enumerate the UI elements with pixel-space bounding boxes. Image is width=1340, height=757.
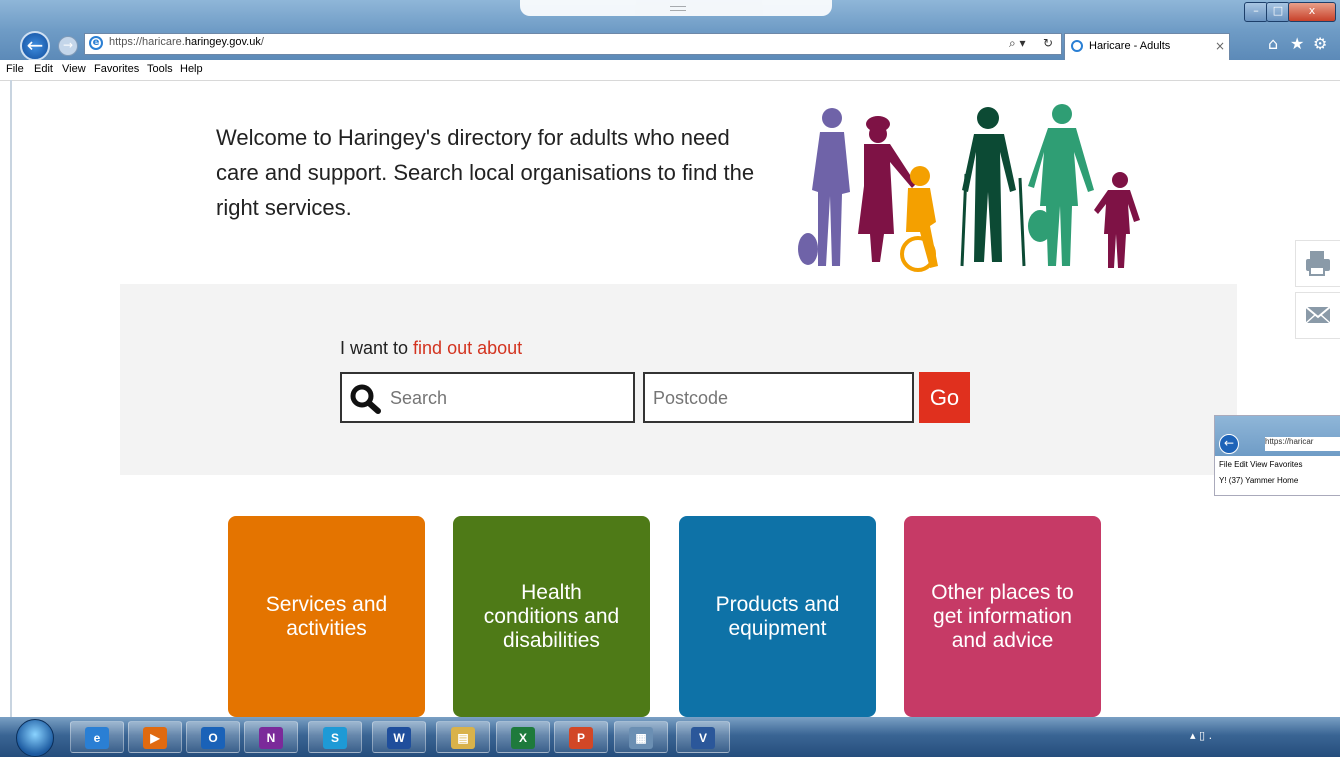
figure-maroon-child bbox=[1094, 172, 1140, 268]
menu-tools[interactable]: Tools bbox=[147, 63, 173, 75]
window-thumbnail-preview[interactable]: ← https://haricar File Edit View Favorit… bbox=[1214, 415, 1340, 496]
tab-drag-handle[interactable] bbox=[520, 0, 832, 16]
url-domain: haringey.gov.uk bbox=[184, 36, 261, 48]
back-button[interactable]: ← bbox=[20, 31, 50, 61]
search-input[interactable] bbox=[388, 387, 632, 410]
forward-button[interactable]: → bbox=[58, 36, 78, 56]
maximize-button[interactable]: □ bbox=[1266, 2, 1290, 22]
tools-gear-icon[interactable]: ⚙ bbox=[1313, 34, 1327, 53]
tab-ie-icon bbox=[1071, 40, 1083, 52]
menu-file[interactable]: File bbox=[6, 63, 24, 75]
thumbnail-back-icon: ← bbox=[1219, 434, 1239, 454]
tile-label: Health conditions and disabilities bbox=[483, 580, 620, 652]
skype-icon: S bbox=[323, 727, 347, 749]
welcome-text: Welcome to Haringey's directory for adul… bbox=[216, 125, 755, 220]
taskbar-skype[interactable]: S bbox=[308, 721, 362, 753]
internet-explorer-icon: e bbox=[85, 727, 109, 749]
taskbar-word[interactable]: W bbox=[372, 721, 426, 753]
taskbar-media-player[interactable]: ▶ bbox=[128, 721, 182, 753]
tile-label: Services and activities bbox=[265, 592, 388, 640]
tab-active[interactable]: Haricare - Adults × bbox=[1064, 33, 1230, 60]
address-search-dropdown[interactable]: ⌕ ▾ bbox=[1009, 36, 1026, 51]
menu-help[interactable]: Help bbox=[180, 63, 203, 75]
thumbnail-menu: File Edit View Favorites bbox=[1219, 460, 1303, 469]
powerpoint-icon: P bbox=[569, 727, 593, 749]
minimize-button[interactable]: – bbox=[1244, 2, 1268, 22]
tile-other-places[interactable]: Other places to get information and advi… bbox=[904, 516, 1101, 717]
menu-view[interactable]: View bbox=[62, 63, 86, 75]
taskbar-calculator[interactable]: ▦ bbox=[614, 721, 668, 753]
figure-purple bbox=[798, 108, 850, 266]
taskbar-outlook[interactable]: O bbox=[186, 721, 240, 753]
tile-health-conditions[interactable]: Health conditions and disabilities bbox=[453, 516, 650, 717]
search-field[interactable] bbox=[340, 372, 635, 423]
search-icon bbox=[350, 384, 381, 414]
menu-edit[interactable]: Edit bbox=[34, 63, 53, 75]
go-button[interactable]: Go bbox=[919, 372, 970, 423]
thumbnail-url: https://haricar bbox=[1265, 437, 1340, 451]
window-left-border bbox=[10, 80, 12, 717]
browser-title-bar: – □ x ← → e https://haricare.haringey.go… bbox=[0, 0, 1340, 61]
email-icon bbox=[1305, 306, 1331, 324]
search-heading: I want to find out about bbox=[340, 338, 522, 359]
tile-services-activities[interactable]: Services and activities bbox=[228, 516, 425, 717]
taskbar: e ▶ O N S W ▤ X P ▦ V ▴ ▯ . bbox=[0, 717, 1340, 757]
url-suffix: / bbox=[260, 36, 264, 48]
outlook-icon: O bbox=[201, 727, 225, 749]
taskbar-powerpoint[interactable]: P bbox=[554, 721, 608, 753]
calculator-icon: ▦ bbox=[629, 727, 653, 749]
figure-teal-woman bbox=[1028, 104, 1094, 266]
postcode-field[interactable] bbox=[643, 372, 914, 423]
taskbar-internet-explorer[interactable]: e bbox=[70, 721, 124, 753]
word-icon: W bbox=[387, 727, 411, 749]
people-illustration bbox=[798, 104, 1140, 272]
home-icon[interactable]: ⌂ bbox=[1268, 34, 1278, 53]
print-icon bbox=[1306, 251, 1330, 276]
tile-label: Products and equipment bbox=[715, 592, 840, 640]
tile-label: Other places to get information and advi… bbox=[931, 580, 1074, 652]
thumbnail-favorites: Y! (37) Yammer Home bbox=[1219, 476, 1299, 485]
url-prefix: https://haricare. bbox=[109, 36, 185, 48]
taskbar-excel[interactable]: X bbox=[496, 721, 550, 753]
postcode-input[interactable] bbox=[651, 387, 905, 410]
file-explorer-icon: ▤ bbox=[451, 727, 475, 749]
onenote-icon: N bbox=[259, 727, 283, 749]
figure-green-man bbox=[960, 107, 1026, 267]
address-bar[interactable]: e https://haricare.haringey.gov.uk/ ⌕ ▾ … bbox=[84, 33, 1062, 55]
tab-title: Haricare - Adults bbox=[1089, 40, 1171, 52]
search-heading-prefix: I want to bbox=[340, 338, 414, 358]
excel-icon: X bbox=[511, 727, 535, 749]
favorites-star-icon[interactable]: ★ bbox=[1290, 34, 1304, 53]
refresh-icon[interactable]: ↻ bbox=[1043, 36, 1053, 50]
close-window-button[interactable]: x bbox=[1288, 2, 1336, 22]
menu-bar: File Edit View Favorites Tools Help bbox=[0, 60, 1340, 81]
menu-favorites[interactable]: Favorites bbox=[94, 63, 139, 75]
search-heading-link[interactable]: find out about bbox=[413, 338, 522, 358]
taskbar-visio[interactable]: V bbox=[676, 721, 730, 753]
system-tray[interactable]: ▴ ▯ . bbox=[1190, 729, 1212, 742]
visio-icon: V bbox=[691, 727, 715, 749]
site-ie-icon: e bbox=[89, 36, 103, 50]
email-button[interactable] bbox=[1295, 292, 1340, 339]
taskbar-onenote[interactable]: N bbox=[244, 721, 298, 753]
print-button[interactable] bbox=[1295, 240, 1340, 287]
search-panel: I want to find out about Go bbox=[120, 284, 1237, 475]
media-player-icon: ▶ bbox=[143, 727, 167, 749]
tile-products-equipment[interactable]: Products and equipment bbox=[679, 516, 876, 717]
address-url[interactable]: https://haricare.haringey.gov.uk/ bbox=[109, 36, 264, 48]
tab-close-icon[interactable]: × bbox=[1215, 39, 1225, 53]
start-button[interactable] bbox=[16, 719, 54, 757]
taskbar-file-explorer[interactable]: ▤ bbox=[436, 721, 490, 753]
